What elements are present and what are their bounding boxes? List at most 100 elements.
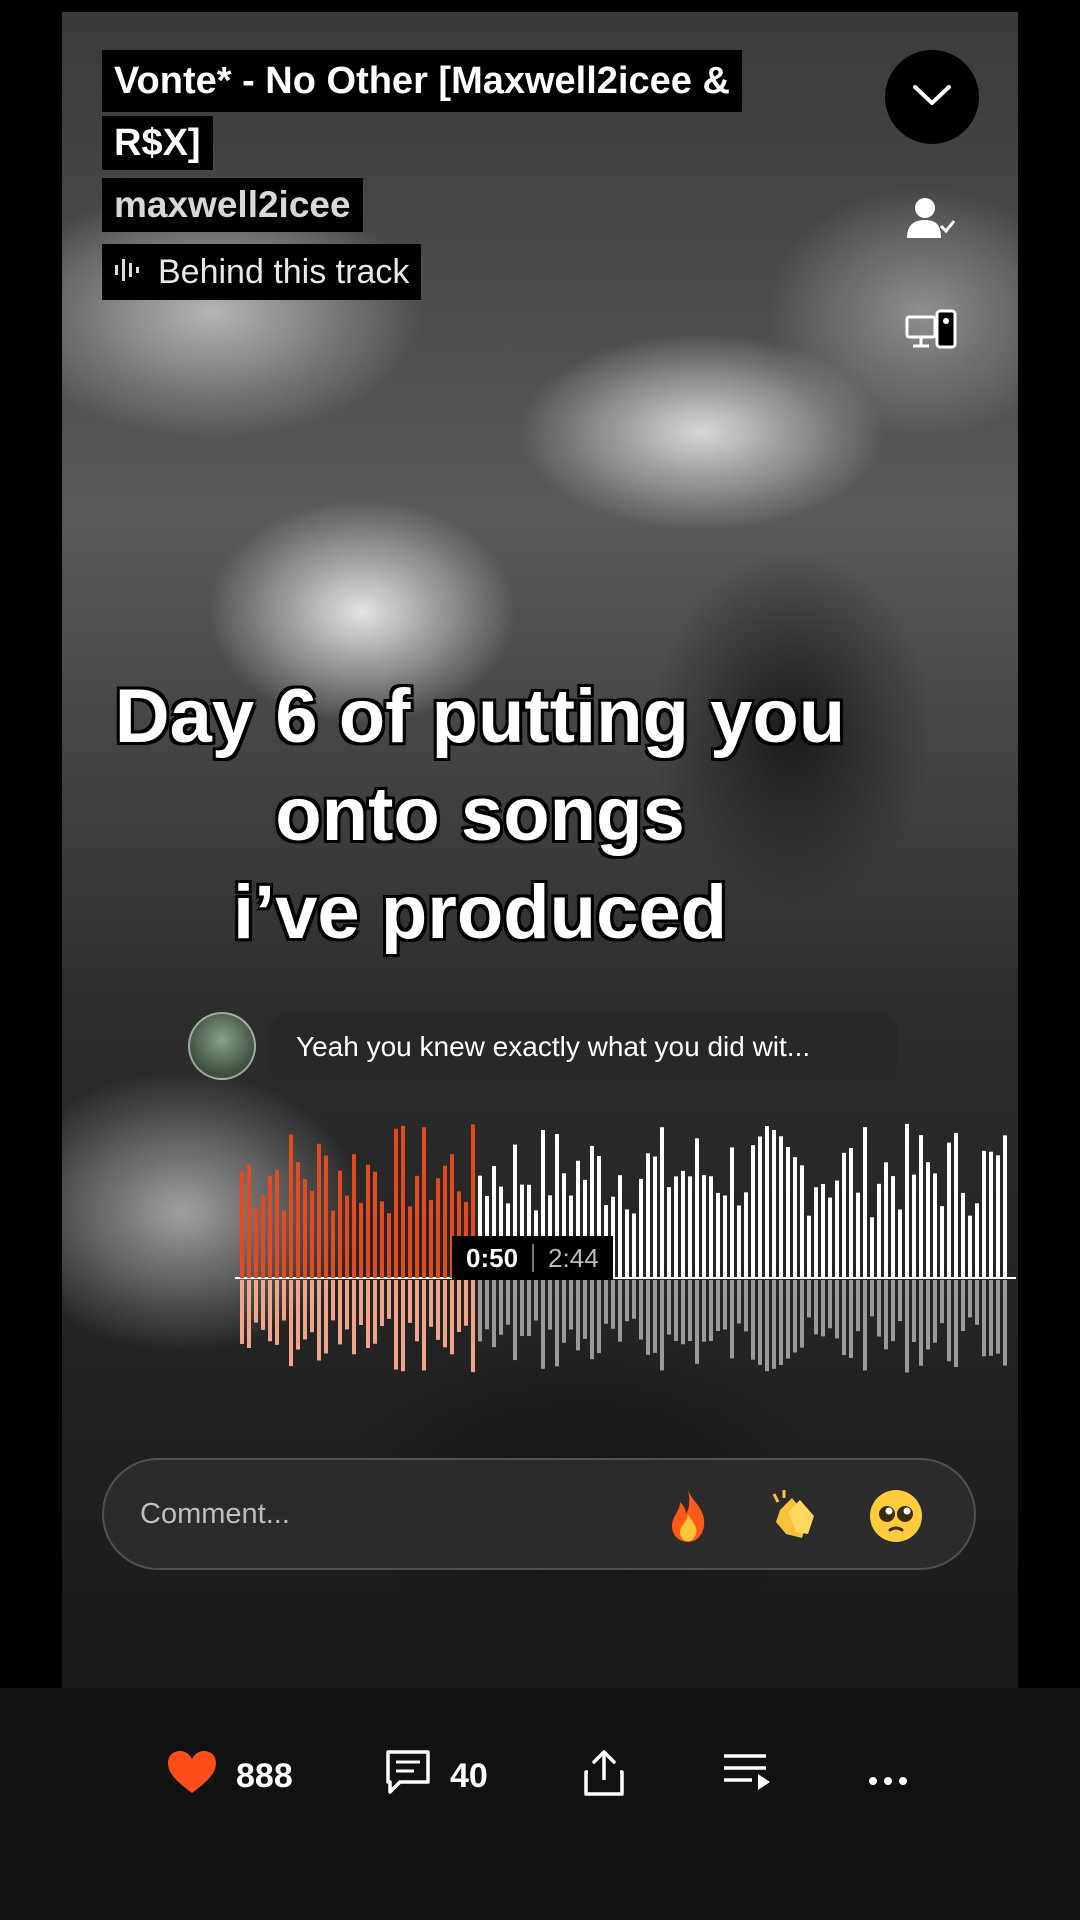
waveform-bar — [968, 1215, 972, 1278]
comment-count: 40 — [450, 1756, 488, 1795]
queue-icon — [722, 1750, 772, 1803]
waveform-reflection-bar — [604, 1280, 608, 1324]
waveform-reflection-bar — [786, 1280, 790, 1359]
waveform-bar — [765, 1126, 769, 1278]
waveform-reflection-bar — [261, 1280, 265, 1330]
clapping-hands-emoji-button[interactable] — [766, 1488, 822, 1544]
waveform-reflection-bar — [296, 1280, 300, 1350]
waveform-bar — [961, 1192, 965, 1278]
waveform-reflection-bar — [926, 1280, 930, 1350]
waveform-bar — [674, 1176, 678, 1278]
waveform-bar — [940, 1206, 944, 1278]
waveform-bar — [975, 1203, 979, 1278]
comments-button[interactable]: 40 — [384, 1748, 488, 1804]
waveform-bar — [842, 1152, 846, 1278]
behind-this-track-button[interactable]: Behind this track — [102, 244, 422, 300]
minimize-button[interactable] — [885, 50, 979, 144]
waveform-bar — [408, 1206, 412, 1278]
waveform-reflection-bar — [891, 1280, 895, 1342]
fire-emoji-button[interactable] — [660, 1488, 716, 1544]
share-icon — [582, 1748, 626, 1805]
cast-devices-icon — [905, 309, 957, 356]
waveform-reflection-bar — [478, 1280, 482, 1342]
pleading-face-emoji-button[interactable] — [868, 1488, 924, 1544]
waveform-reflection-bar — [415, 1280, 419, 1342]
waveform-reflection-bar — [765, 1280, 769, 1372]
waveform-bar — [737, 1205, 741, 1278]
follow-button[interactable] — [903, 192, 959, 248]
comment-input-bar[interactable]: Comment... — [102, 1458, 976, 1570]
waveform-reflection-bar — [569, 1280, 573, 1330]
waveform-bar — [800, 1165, 804, 1278]
waveform-reflection-bar — [548, 1280, 552, 1330]
comment-preview-bubble[interactable]: Yeah you knew exactly what you did wit..… — [268, 1012, 898, 1082]
waveform-reflection-bar — [597, 1280, 601, 1354]
waveform-reflection-bar — [520, 1280, 524, 1337]
waveform-reflection-bar — [933, 1280, 937, 1343]
waveform-reflection-bar — [401, 1280, 405, 1372]
like-button[interactable]: 888 — [166, 1748, 293, 1804]
waveform-reflection-bar — [751, 1280, 755, 1360]
caption-line: i’ve produced — [232, 870, 728, 955]
waveform-reflection-bar — [821, 1280, 825, 1337]
waveform-bar — [877, 1183, 881, 1278]
comment-input[interactable]: Comment... — [140, 1460, 290, 1568]
waveform-reflection-bar — [660, 1280, 664, 1371]
waveform-reflection-bar — [611, 1280, 615, 1329]
waveform-bar — [814, 1187, 818, 1278]
waveform-reflection-bar — [989, 1280, 993, 1356]
more-options-button[interactable] — [868, 1748, 908, 1804]
waveform-reflection-bar — [632, 1280, 636, 1319]
waveform-bar — [919, 1135, 923, 1278]
commenter-avatar[interactable] — [188, 1012, 256, 1080]
waveform-bar — [373, 1171, 377, 1278]
waveform-reflection-bar — [772, 1280, 776, 1369]
waveform-reflection-bar — [695, 1280, 699, 1364]
waveform-reflection-bar — [947, 1280, 951, 1362]
waveform-reflection-bar — [408, 1280, 412, 1323]
waveform-bar — [415, 1175, 419, 1278]
track-title[interactable]: Vonte* - No Other [Maxwell2icee & — [102, 50, 742, 112]
waveform-bar — [667, 1187, 671, 1278]
waveform-reflection-bar — [618, 1280, 622, 1342]
waveform-reflection-bar — [471, 1280, 475, 1373]
waveform-bar — [779, 1136, 783, 1278]
waveform-bar — [996, 1155, 1000, 1278]
waveform-reflection-bar — [793, 1280, 797, 1353]
waveform-reflection-bar — [366, 1280, 370, 1348]
waveform-bar — [905, 1123, 909, 1278]
queue-button[interactable] — [722, 1748, 772, 1804]
waveform-reflection-bar — [975, 1280, 979, 1325]
waveform-reflection-bar — [443, 1280, 447, 1348]
waveform-reflection-bar — [835, 1280, 839, 1339]
waveform-reflection-bar — [744, 1280, 748, 1332]
waveform-reflection-bar — [457, 1280, 461, 1333]
waveform-reflection-bar — [240, 1280, 244, 1344]
waveform-bar — [632, 1213, 636, 1278]
share-button[interactable] — [582, 1748, 626, 1804]
waveform-reflection-bar — [667, 1280, 671, 1335]
waveform-reflection-bar — [590, 1280, 594, 1360]
waveform-reflection-bar — [464, 1280, 468, 1326]
waveform-reflection-bar — [436, 1280, 440, 1340]
waveform-bar — [317, 1143, 321, 1278]
waveform-reflection-bar — [884, 1280, 888, 1350]
waveform-reflection-bar — [485, 1280, 489, 1330]
waveform-bar — [730, 1147, 734, 1278]
waveform-bar — [772, 1129, 776, 1278]
waveform-bar — [821, 1184, 825, 1278]
waveform-bar — [352, 1154, 356, 1278]
waveform-reflection-bar — [730, 1280, 734, 1359]
waveform-reflection-bar — [709, 1280, 713, 1342]
artist-name[interactable]: maxwell2icee — [102, 178, 363, 232]
waveform-reflection-bar — [681, 1280, 685, 1345]
waveform-reflection-bar — [625, 1280, 629, 1322]
waveform-reflection-bar — [534, 1280, 538, 1321]
waveform-bar — [856, 1192, 860, 1278]
waveform-reflection-bar — [583, 1280, 587, 1339]
track-title-continued[interactable]: R$X] — [102, 116, 213, 170]
waveform-bar — [639, 1178, 643, 1278]
waveform-reflection-bar — [380, 1280, 384, 1327]
cast-button[interactable] — [903, 304, 959, 360]
waveform-reflection-bar — [814, 1280, 818, 1335]
